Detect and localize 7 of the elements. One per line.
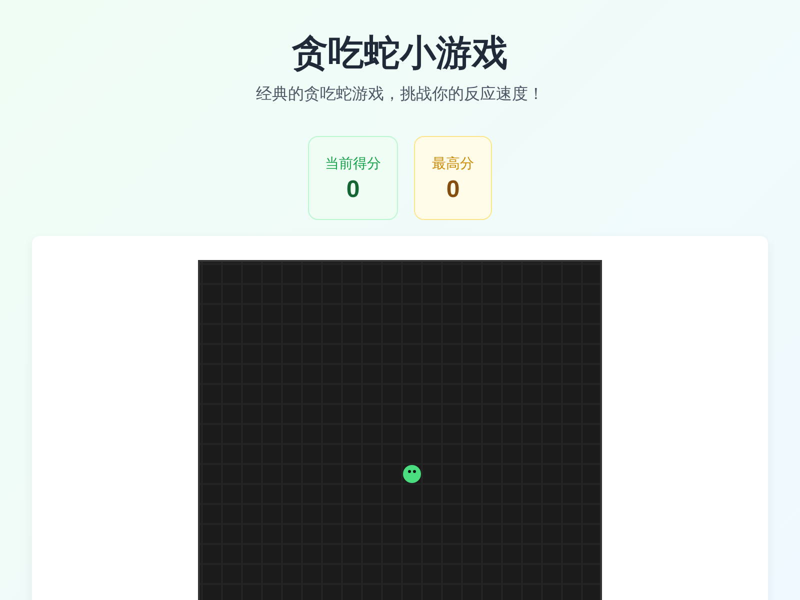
page-title: 贪吃蛇小游戏 (292, 32, 508, 76)
score-label: 最高分 (432, 155, 474, 174)
snake-head (403, 465, 421, 483)
score-value: 0 (346, 175, 360, 205)
score-value: 0 (446, 175, 460, 205)
page-subtitle: 经典的贪吃蛇游戏，挑战你的反应速度！ (256, 83, 544, 105)
score-label: 当前得分 (325, 155, 381, 174)
